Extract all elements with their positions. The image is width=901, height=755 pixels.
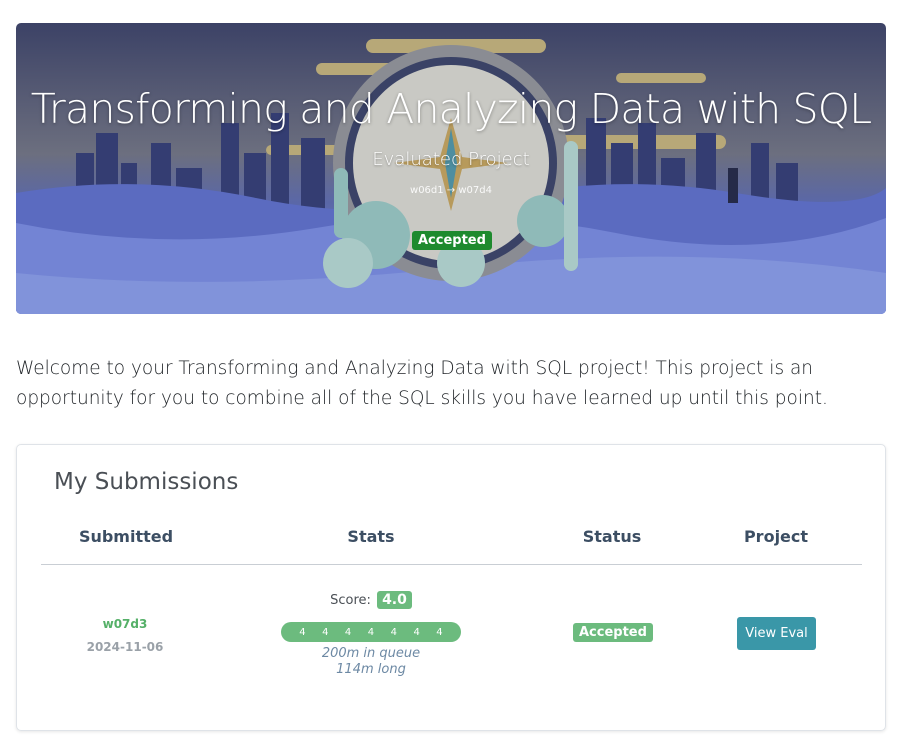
criterion-score: 4: [413, 626, 420, 638]
project-hero-banner: Transforming and Analyzing Data with SQL…: [16, 23, 886, 314]
criterion-score: 4: [344, 626, 352, 638]
queue-time: 200m in queue: [321, 646, 421, 661]
view-eval-button[interactable]: View Eval: [737, 617, 816, 650]
evaluation-duration: 114m long: [336, 662, 406, 677]
criterion-score: 4: [322, 626, 329, 638]
criterion-score: 4: [367, 626, 375, 638]
column-header-status: Status: [582, 527, 642, 546]
column-header-submitted: Submitted: [78, 527, 174, 546]
criteria-score-bar: 4 4 4 4 4 4 4: [281, 622, 461, 642]
score-label: Score:: [330, 593, 371, 608]
criterion-score: 4: [390, 626, 397, 638]
table-divider: [41, 564, 862, 565]
project-type: Evaluated Project: [372, 149, 530, 170]
column-header-stats: Stats: [347, 527, 395, 546]
submissions-title: My Submissions: [54, 469, 239, 495]
project-title: Transforming and Analyzing Data with SQL: [30, 85, 872, 133]
criterion-score: 4: [299, 626, 306, 638]
score-badge: 4.0: [377, 591, 412, 609]
submission-date: 2024-11-06: [86, 640, 164, 654]
project-status-badge: Accepted: [412, 231, 492, 250]
project-intro-text: Welcome to your Transforming and Analyzi…: [16, 358, 828, 409]
score-line: Score: 4.0: [281, 591, 461, 609]
submission-version-link[interactable]: w07d3: [77, 617, 173, 631]
submissions-card: My Submissions Submitted Stats Status Pr…: [16, 444, 886, 731]
criterion-score: 4: [436, 626, 443, 638]
project-week-range: w06d1 → w07d4: [410, 185, 492, 196]
submission-status-badge: Accepted: [573, 623, 653, 642]
column-header-project: Project: [743, 527, 809, 546]
